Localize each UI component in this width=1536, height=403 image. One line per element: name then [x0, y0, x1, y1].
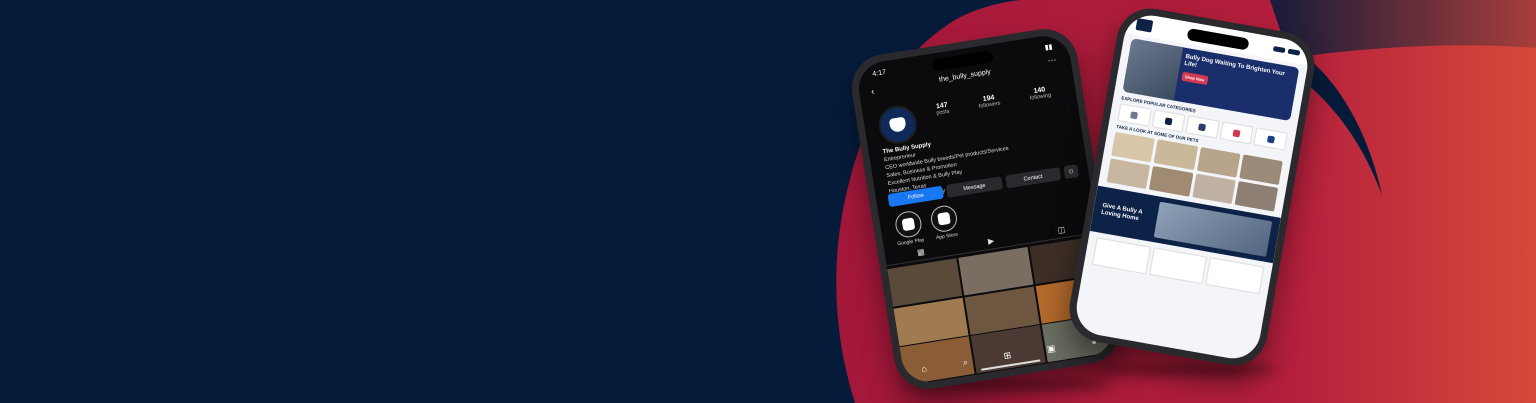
reels-icon[interactable]: ▣: [1046, 343, 1056, 355]
add-post-icon[interactable]: ⊞: [1003, 350, 1012, 362]
battery-icon: ▮▮: [1044, 43, 1054, 52]
grid-tab-icon[interactable]: ▦: [916, 247, 925, 257]
pet-card[interactable]: [1153, 139, 1198, 170]
tagged-tab-icon[interactable]: ◫: [1057, 225, 1066, 235]
pet-card[interactable]: [1196, 146, 1241, 178]
banner-dogs-image: [1153, 201, 1273, 257]
category-item[interactable]: [1117, 103, 1152, 127]
product-card[interactable]: [1205, 257, 1265, 295]
instagram-screen: 4:17 ▮▮ ‹ the_bully_supply ··· 147 posts…: [854, 32, 1118, 386]
pet-card[interactable]: [1234, 180, 1279, 212]
suggest-user-icon[interactable]: ⚇: [1063, 164, 1080, 180]
highlight-google-play[interactable]: Google Play: [893, 209, 925, 247]
category-item[interactable]: [1185, 115, 1220, 139]
stat-following[interactable]: 140 following: [1028, 86, 1051, 101]
hero-cta-button[interactable]: Shop Now: [1181, 71, 1209, 85]
profile-stats: 147 posts 194 followers 140 following: [920, 83, 1066, 119]
category-item[interactable]: [1219, 121, 1254, 145]
nav-button[interactable]: [1272, 45, 1286, 53]
phone-shadow: [1100, 365, 1280, 375]
header-buttons: [1272, 45, 1301, 56]
highlight-label: App Store: [935, 231, 959, 242]
reels-tab-icon[interactable]: ▶: [987, 236, 994, 246]
home-icon[interactable]: ⌂: [921, 363, 928, 375]
pet-card[interactable]: [1106, 158, 1151, 190]
category-item[interactable]: [1253, 127, 1288, 151]
hero-banner: 4:17 ▮▮ ‹ the_bully_supply ··· 147 posts…: [0, 0, 1536, 403]
stat-followers[interactable]: 194 followers: [977, 94, 1000, 109]
profile-avatar[interactable]: [875, 103, 920, 147]
highlight-app-store[interactable]: App Store: [929, 203, 960, 242]
category-item[interactable]: [1151, 109, 1186, 133]
search-icon[interactable]: ⌕: [962, 357, 969, 369]
pet-card[interactable]: [1149, 165, 1193, 197]
nav-button[interactable]: [1287, 48, 1301, 56]
status-time: 4:17: [872, 69, 887, 79]
site-logo[interactable]: [1135, 17, 1154, 33]
product-card[interactable]: [1091, 237, 1151, 275]
pet-card[interactable]: [1111, 131, 1156, 163]
pet-card[interactable]: [1239, 154, 1283, 186]
story-highlights: Google Play App Store: [893, 203, 961, 247]
google-play-icon: [893, 209, 923, 240]
more-options-icon[interactable]: ···: [1047, 54, 1057, 65]
stat-label: posts: [935, 108, 950, 117]
product-card[interactable]: [1148, 247, 1208, 285]
pet-card[interactable]: [1191, 173, 1236, 205]
highlight-label: Google Play: [896, 237, 925, 248]
dog-logo-icon: [888, 116, 907, 133]
app-store-icon: [929, 203, 960, 234]
hero-dog-image: [1122, 38, 1184, 101]
banner-title: Give A Bully A Loving Home: [1100, 202, 1143, 223]
stat-posts[interactable]: 147 posts: [935, 102, 950, 117]
